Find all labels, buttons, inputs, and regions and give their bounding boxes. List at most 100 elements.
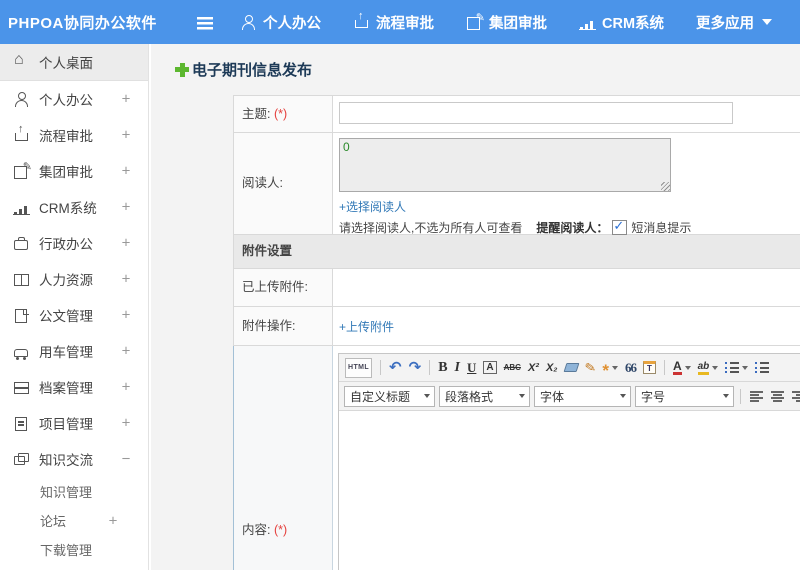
person-icon — [13, 91, 30, 107]
required-mark: (*) — [273, 523, 288, 537]
font-color-icon[interactable]: A — [672, 359, 692, 377]
attachment-ops-row: 附件操作: +上传附件 — [234, 307, 800, 346]
html-source-icon[interactable]: HTML — [344, 357, 373, 378]
sidebar-item-label: 知识交流 — [39, 453, 93, 468]
sidebar-item-group-approval[interactable]: 集团审批 + — [0, 153, 148, 189]
align-left-icon[interactable] — [749, 387, 764, 405]
upload-attachment-link[interactable]: +上传附件 — [339, 318, 394, 335]
nav-group-approval[interactable]: 集团审批 — [466, 11, 547, 33]
sidebar-item-public-file-cabinet[interactable]: 公共文件柜 — [0, 564, 148, 570]
sidebar-item-label: 集团审批 — [39, 165, 93, 180]
expand-toggle-icon[interactable]: + — [119, 127, 133, 144]
hamburger-menu-icon[interactable] — [196, 14, 214, 30]
expand-toggle-icon[interactable]: + — [106, 512, 120, 529]
nav-more-apps[interactable]: 更多应用 — [696, 12, 773, 33]
font-size-select[interactable]: 字号 — [635, 385, 734, 407]
paragraph-format-select[interactable]: 段落格式 — [439, 385, 530, 407]
align-right-icon[interactable] — [791, 387, 800, 405]
attachment-ops-cell: +上传附件 — [333, 307, 800, 345]
bar-chart-icon — [579, 14, 596, 30]
sidebar-item-document-management[interactable]: 公文管理 + — [0, 297, 148, 333]
custom-title-select[interactable]: 自定义标题 — [344, 385, 435, 407]
required-mark: (*) — [273, 107, 288, 121]
edit-icon — [13, 160, 32, 179]
dropdown-caret-icon — [712, 365, 719, 370]
sidebar-item-label: 项目管理 — [39, 417, 93, 432]
chevron-down-icon — [762, 19, 773, 25]
ordered-list-icon[interactable] — [724, 359, 749, 377]
paste-text-icon[interactable]: T — [642, 359, 657, 377]
bold-icon[interactable]: B — [437, 359, 448, 377]
sidebar-item-project-management[interactable]: 项目管理 + — [0, 405, 148, 441]
superscript-icon[interactable]: X² — [527, 359, 540, 377]
expand-toggle-icon[interactable]: + — [119, 343, 133, 360]
font-family-select[interactable]: 字体 — [534, 385, 631, 407]
undo-icon[interactable]: ↶ — [388, 359, 403, 377]
attachment-section-title: 附件设置 — [242, 244, 293, 258]
expand-toggle-icon[interactable]: − — [119, 451, 133, 468]
nav-label: 更多应用 — [696, 15, 755, 32]
expand-toggle-icon[interactable]: + — [119, 271, 133, 288]
sidebar-item-archive-management[interactable]: 档案管理 + — [0, 369, 148, 405]
sidebar-item-knowledge-management[interactable]: 知识管理 — [0, 477, 148, 506]
sidebar-item-vehicle-management[interactable]: 用车管理 + — [0, 333, 148, 369]
underline-icon[interactable]: U — [466, 359, 477, 377]
readers-row: 阅读人: 0 +选择阅读人 请选择阅读人,不选为所有人可查看 提醒阅读人： 短消… — [234, 133, 800, 235]
strikethrough-icon[interactable]: ABC — [503, 359, 522, 377]
publish-form: 主题: (*) 阅读人: 0 +选择阅读人 请选择阅读人,不选为所有人可查看 提… — [233, 95, 800, 570]
align-center-icon[interactable] — [770, 387, 785, 405]
bar-chart-icon — [13, 199, 30, 215]
nav-label: CRM系统 — [602, 15, 665, 32]
subject-label-cell: 主题: (*) — [234, 96, 333, 132]
sidebar-item-forum[interactable]: 论坛 + — [0, 506, 148, 535]
uploaded-label: 已上传附件: — [234, 269, 333, 306]
sidebar-item-crm-system[interactable]: CRM系统 + — [0, 189, 148, 225]
project-icon — [13, 415, 30, 431]
editor-toolbar-row-1: HTML ↶ ↷ B I U A ABC X² X₂ ✎ * 66 T A ab — [339, 354, 800, 382]
highlight-icon[interactable]: ab — [697, 359, 720, 377]
redo-icon[interactable]: ↷ — [408, 359, 423, 377]
expand-toggle-icon[interactable]: + — [119, 235, 133, 252]
readers-textarea[interactable]: 0 — [339, 138, 671, 192]
sidebar-item-workflow-approval[interactable]: 流程审批 + — [0, 117, 148, 153]
expand-toggle-icon[interactable]: + — [119, 379, 133, 396]
sidebar-item-human-resources[interactable]: 人力资源 + — [0, 261, 148, 297]
home-icon — [13, 51, 30, 70]
font-box-icon[interactable]: A — [482, 359, 497, 377]
sidebar-item-personal-office[interactable]: 个人办公 + — [0, 81, 148, 117]
blockquote-icon[interactable]: 66 — [624, 359, 637, 377]
sidebar-item-label: 用车管理 — [39, 345, 93, 360]
top-nav: 个人办公 流程审批 集团审批 CRM系统 更多应用 — [240, 10, 773, 33]
expand-toggle-icon[interactable]: + — [119, 199, 133, 216]
sidebar-item-label: 下载管理 — [40, 543, 93, 558]
subscript-icon[interactable]: X₂ — [545, 359, 559, 377]
sidebar-item-knowledge-exchange[interactable]: 知识交流 − — [0, 441, 148, 477]
subject-row: 主题: (*) — [234, 96, 800, 133]
choose-readers-link[interactable]: +选择阅读人 — [339, 198, 406, 215]
subject-label: 主题: — [242, 107, 271, 121]
expand-toggle-icon[interactable]: + — [119, 91, 133, 108]
nav-label: 集团审批 — [489, 15, 547, 32]
eraser-icon[interactable] — [563, 359, 579, 377]
sidebar-item-download-management[interactable]: 下载管理 — [0, 535, 148, 564]
sidebar-item-label: 流程审批 — [39, 129, 93, 144]
nav-workflow-approval[interactable]: 流程审批 — [353, 10, 434, 33]
expand-toggle-icon[interactable]: + — [119, 415, 133, 432]
nav-crm-system[interactable]: CRM系统 — [579, 12, 664, 33]
nav-personal-office[interactable]: 个人办公 — [240, 12, 321, 33]
format-brush-icon[interactable]: ✎ — [583, 359, 596, 377]
expand-toggle-icon[interactable]: + — [119, 307, 133, 324]
subject-input[interactable] — [339, 102, 733, 124]
sidebar-item-administrative-office[interactable]: 行政办公 + — [0, 225, 148, 261]
italic-icon[interactable]: I — [454, 359, 461, 377]
readers-hint-row: 请选择阅读人,不选为所有人可查看 提醒阅读人： 短消息提示 — [339, 218, 800, 236]
sms-notify-checkbox[interactable] — [612, 218, 628, 235]
chat-icon — [13, 451, 30, 467]
sidebar-item-personal-desktop[interactable]: 个人桌面 — [0, 44, 148, 81]
sidebar-item-label: 行政办公 — [39, 237, 93, 252]
editor-content-area[interactable] — [339, 411, 800, 570]
remind-readers-label: 提醒阅读人： — [536, 221, 609, 235]
expand-toggle-icon[interactable]: + — [119, 163, 133, 180]
autoformat-icon[interactable]: * — [601, 359, 619, 379]
unordered-list-icon[interactable] — [754, 359, 770, 377]
